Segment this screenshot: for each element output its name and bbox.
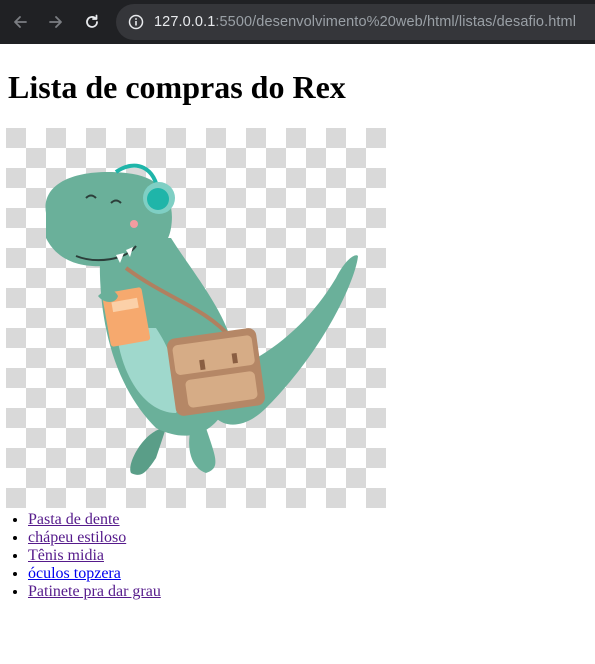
item-link-chapeu-estiloso[interactable]: chápeu estiloso: [28, 529, 126, 546]
reload-button[interactable]: [80, 10, 104, 34]
item-link-tenis-midia[interactable]: Tênis midia: [28, 547, 104, 564]
dino-illustration: [6, 128, 386, 508]
back-button[interactable]: [8, 10, 32, 34]
url-host: 127.0.0.1: [154, 14, 216, 30]
forward-button[interactable]: [44, 10, 68, 34]
shopping-list: Pasta de dente chápeu estiloso Tênis mid…: [8, 511, 587, 601]
browser-toolbar: 127.0.0.1:5500/desenvolvimento%20web/htm…: [0, 0, 595, 44]
reload-icon: [86, 14, 98, 28]
page-content: Lista de compras do Rex • Pasta de dente…: [0, 69, 595, 601]
arrow-left-icon: [14, 16, 27, 28]
site-info-icon[interactable]: [128, 14, 144, 30]
url-path: :5500/desenvolvimento%20web/html/listas/…: [215, 14, 577, 30]
arrow-right-icon: [49, 16, 62, 28]
list-item: Tênis midia: [28, 547, 587, 565]
dino-image: [6, 128, 386, 508]
list-item: Pasta de dente: [28, 511, 587, 529]
list-item: óculos topzera: [28, 565, 587, 583]
url-text[interactable]: 127.0.0.1:5500/desenvolvimento%20web/htm…: [154, 14, 576, 30]
item-link-patinete[interactable]: Patinete pra dar grau: [28, 583, 161, 600]
page-title: Lista de compras do Rex: [8, 69, 346, 105]
address-bar[interactable]: 127.0.0.1:5500/desenvolvimento%20web/htm…: [116, 4, 595, 40]
item-link-pasta-de-dente[interactable]: Pasta de dente: [28, 511, 120, 528]
item-link-oculos-topzera[interactable]: óculos topzera: [28, 565, 121, 582]
list-item: Patinete pra dar grau: [28, 583, 587, 601]
list-item: chápeu estiloso: [28, 529, 587, 547]
